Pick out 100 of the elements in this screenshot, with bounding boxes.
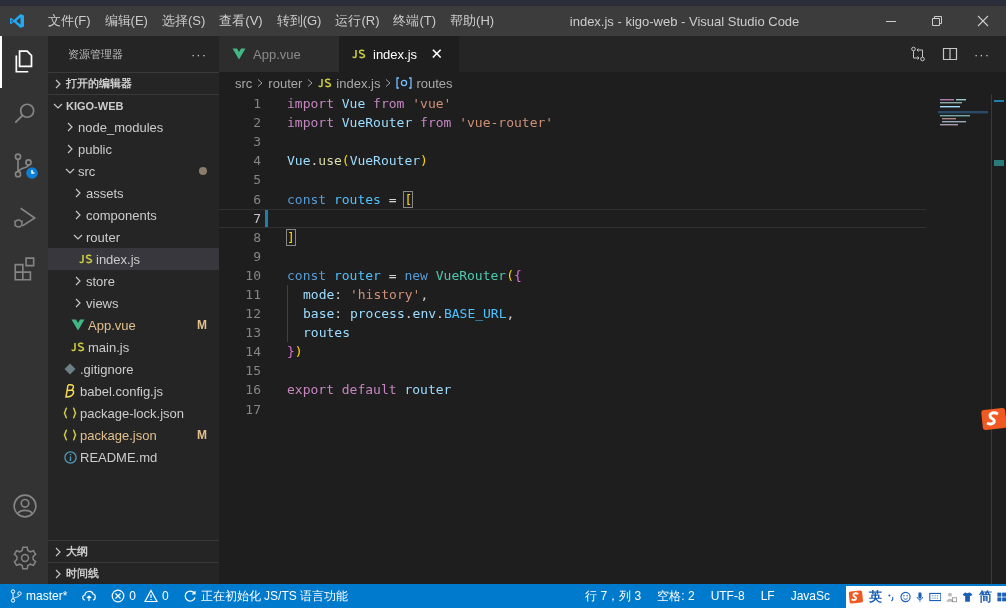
tree-item[interactable]: src — [48, 160, 219, 182]
section-header[interactable]: KIGO-WEB — [48, 94, 219, 116]
braces-icon — [63, 407, 77, 419]
code-line: mode: 'history', — [303, 287, 429, 302]
code-line: export default router — [287, 382, 452, 398]
run-debug-icon[interactable] — [12, 205, 38, 231]
microphone-icon[interactable] — [915, 590, 924, 604]
tree-item[interactable]: components — [48, 204, 219, 226]
status-item[interactable]: 行 7，列 3 — [585, 587, 642, 605]
code-line: base: process.env.BASE_URL, — [303, 306, 515, 322]
git-status: M — [197, 318, 207, 332]
scrollbar-marker — [994, 160, 1004, 166]
keyboard-icon[interactable] — [928, 591, 942, 603]
section-header[interactable]: 大纲 — [48, 540, 219, 562]
tree-item[interactable]: node_modules — [48, 116, 219, 138]
menu-item[interactable]: 选择(S) — [154, 6, 213, 36]
line-number: 17 — [244, 401, 261, 417]
menu-item[interactable]: 转到(G) — [269, 6, 329, 36]
progress-status: 正在初始化 JS/TS 语言功能 — [200, 587, 349, 605]
tree-item[interactable]: views — [48, 292, 219, 314]
vue-file-icon — [71, 319, 85, 331]
loading-icon — [182, 589, 197, 603]
js-file-icon — [318, 78, 333, 88]
tree-item[interactable]: router — [48, 226, 219, 248]
code-line: import VueRouter from 'vue-router' — [287, 115, 554, 131]
breadcrumb-item[interactable]: src — [235, 75, 253, 91]
tree-item[interactable]: .gitignore — [48, 358, 219, 380]
smiley-icon[interactable] — [899, 590, 911, 604]
js-file-icon — [79, 254, 93, 264]
line-number: 16 — [244, 382, 261, 398]
line-number: 9 — [252, 248, 261, 264]
menu-item[interactable]: 终端(T) — [386, 6, 444, 36]
branch-indicator[interactable]: master* — [10, 589, 68, 603]
tree-item[interactable]: README.md — [48, 446, 219, 468]
menu-item[interactable]: 查看(V) — [212, 6, 270, 36]
breadcrumb-item[interactable]: index.js — [318, 75, 381, 91]
tree-item[interactable]: store — [48, 270, 219, 292]
menu-item[interactable]: 文件(F) — [41, 6, 98, 36]
section-header[interactable]: 打开的编辑器 — [48, 72, 219, 94]
code-line: }) — [287, 344, 303, 360]
line-number: 3 — [252, 134, 261, 150]
code-line: ] — [287, 229, 295, 245]
line-number: 12 — [244, 306, 261, 322]
line-number: 10 — [244, 267, 261, 283]
code-line: const router = new VueRouter({ — [287, 267, 522, 283]
line-number: 11 — [244, 287, 261, 302]
code-line: Vue.use(VueRouter) — [287, 153, 428, 169]
tree-item[interactable]: babel.config.js — [48, 380, 219, 402]
menu-item[interactable]: 运行(R) — [328, 6, 387, 36]
minimap-drawing — [938, 98, 988, 126]
more-actions-button[interactable]: ··· — [191, 46, 207, 62]
tree-item[interactable]: public — [48, 138, 219, 160]
info-icon — [63, 450, 77, 464]
settings-icon[interactable] — [12, 545, 38, 571]
line-number: 8 — [252, 229, 261, 245]
diamond-icon — [64, 363, 76, 375]
line-number: 2 — [252, 115, 261, 131]
status-item[interactable]: JavaSc — [790, 589, 830, 603]
editor-tab[interactable]: index.js ✕ — [339, 36, 459, 72]
line-number: 5 — [252, 172, 261, 188]
status-item[interactable]: 空格: 2 — [657, 587, 695, 605]
shirt-icon[interactable] — [962, 590, 974, 604]
sync-icon[interactable] — [81, 589, 98, 603]
menu-item[interactable]: 编辑(E) — [97, 6, 155, 36]
ime-mode[interactable]: 英 — [868, 588, 882, 606]
app-logo-icon — [9, 13, 25, 29]
tree-item[interactable]: assets — [48, 182, 219, 204]
braces-icon — [63, 429, 77, 441]
problems-indicator[interactable]: 0 0 — [111, 589, 169, 603]
js-file-icon — [71, 342, 85, 352]
account-icon[interactable] — [12, 493, 38, 519]
js-file-icon — [352, 49, 366, 59]
code-line: import Vue from 'vue' — [287, 96, 452, 112]
window-title: index.js - kigo-web - Visual Studio Code — [569, 13, 800, 29]
scrollbar-marker — [994, 100, 1004, 102]
ime-script[interactable]: 简 — [978, 588, 992, 606]
more-actions-button[interactable]: ··· — [974, 46, 990, 62]
code-line: routes — [303, 325, 350, 341]
editor-tab[interactable]: App.vue — [219, 36, 339, 72]
git-status: M — [197, 428, 207, 442]
line-number: 1 — [252, 96, 261, 112]
breadcrumb-item[interactable]: routes — [396, 75, 453, 91]
compare-changes-icon[interactable] — [910, 46, 926, 62]
tree-item[interactable]: index.js — [48, 248, 219, 270]
status-item[interactable]: LF — [760, 589, 775, 603]
babel-file-icon — [64, 384, 76, 398]
status-item[interactable]: UTF-8 — [710, 589, 745, 603]
tree-item[interactable]: App.vue M — [48, 314, 219, 336]
ime-logo-icon — [980, 406, 1006, 432]
tree-item[interactable]: package.json M — [48, 424, 219, 446]
menu-item[interactable]: 帮助(H) — [443, 6, 502, 36]
line-number: 14 — [244, 344, 261, 360]
tree-item[interactable]: main.js — [48, 336, 219, 358]
breadcrumb-item[interactable]: router — [268, 75, 303, 91]
split-editor-icon[interactable] — [942, 46, 958, 62]
symbol-icon — [396, 77, 413, 89]
line-number: 7 — [252, 210, 261, 226]
tree-item[interactable]: package-lock.json — [48, 402, 219, 424]
line-number: 4 — [252, 153, 261, 169]
grid-icon[interactable] — [996, 591, 1006, 603]
